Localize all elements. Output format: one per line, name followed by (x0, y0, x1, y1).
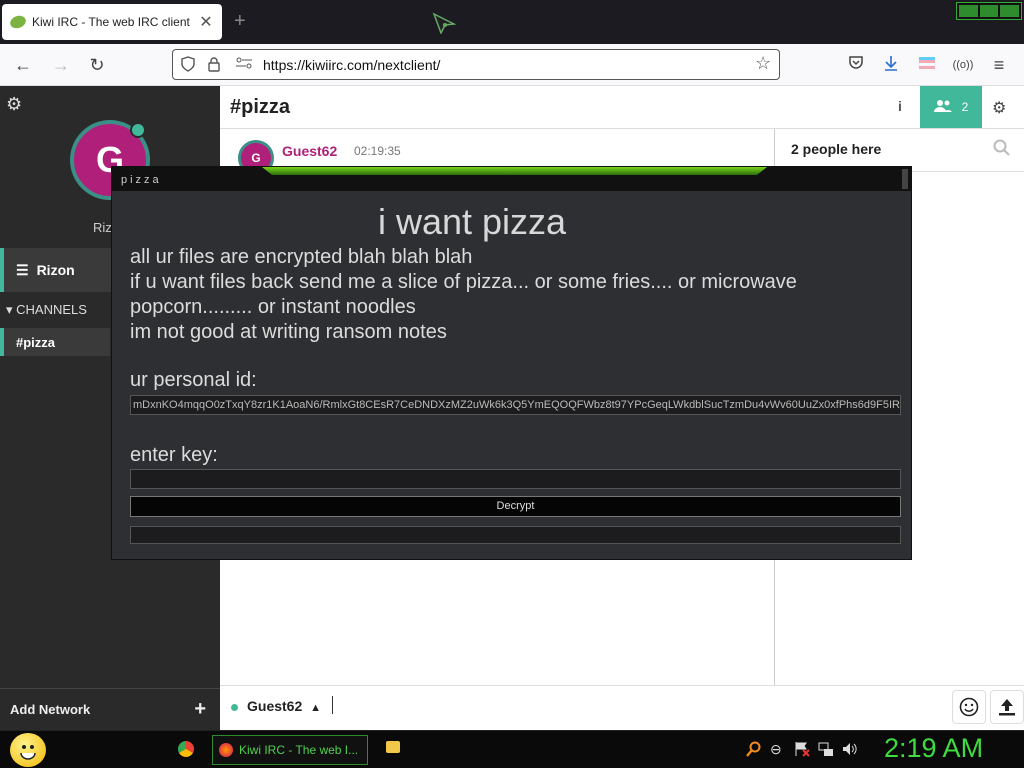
ransom-window-title: pizza (121, 174, 162, 186)
ransom-window: pizza i want pizza all ur files are encr… (111, 166, 912, 560)
personal-id-field[interactable]: mDxnKO4mqqO0zTxqY8zr1K1AoaN6/RmlxGt8CEsR… (130, 395, 901, 415)
forward-arrow-icon[interactable]: → (50, 54, 72, 76)
titlebar-glow (262, 167, 767, 175)
new-tab-button[interactable]: + (234, 10, 246, 33)
ransom-titlebar[interactable]: pizza (112, 167, 911, 191)
pocket-icon[interactable] (845, 54, 867, 76)
back-arrow-icon[interactable]: ← (12, 54, 34, 76)
channel-title: #pizza (230, 96, 291, 118)
users-icon (933, 99, 952, 116)
caret-down-icon: ▾ (6, 302, 13, 317)
message-input-bar: Guest62 ▲ (220, 685, 1024, 730)
window-controls[interactable] (956, 2, 1022, 20)
url-bar[interactable]: https://kiwiirc.com/nextclient/ ☆ (172, 49, 780, 80)
input-nick-selector[interactable]: Guest62 ▲ (247, 698, 321, 714)
channels-header-label: CHANNELS (16, 302, 87, 317)
taskbar-item-label: Kiwi IRC - The web I... (239, 743, 359, 757)
decrypt-button[interactable]: Decrypt (130, 496, 901, 517)
ransom-heading: i want pizza (377, 201, 567, 242)
firefox-icon (219, 743, 233, 757)
network-label: Rizon (36, 262, 75, 278)
start-smiley-icon[interactable] (10, 733, 46, 767)
taskbar-clock: 2:19 AM (884, 733, 984, 763)
extension-icon[interactable]: ((o)) (952, 54, 974, 76)
taskbar: Kiwi IRC - The web I... ⊖ 2:19 AM (0, 730, 1024, 768)
settings-gear-icon[interactable]: ⚙ (6, 94, 22, 115)
bookmark-star-icon[interactable]: ☆ (755, 53, 771, 74)
user-nickname: Riz (93, 220, 112, 235)
key-input[interactable] (130, 469, 901, 489)
reload-icon[interactable]: ↻ (86, 54, 108, 76)
folder-icon[interactable] (386, 741, 400, 753)
taskbar-item-kiwi[interactable]: Kiwi IRC - The web I... (212, 735, 368, 765)
info-icon[interactable]: i (898, 98, 902, 114)
emoji-button[interactable] (952, 690, 986, 724)
ransom-line: if u want files back send me a slice of … (130, 271, 797, 318)
caret-up-icon: ▲ (310, 702, 322, 714)
volume-icon[interactable] (842, 741, 858, 760)
people-count-label: 2 people here (791, 141, 882, 157)
message-time: 02:19:35 (354, 144, 401, 158)
message-input[interactable] (332, 696, 333, 714)
cursor-icon (432, 12, 458, 35)
status-dot (130, 122, 146, 138)
online-status-dot (231, 704, 238, 711)
permissions-icon[interactable] (235, 56, 253, 73)
personal-id-label: ur personal id: (130, 369, 257, 391)
input-nick-label: Guest62 (247, 698, 303, 714)
status-field (130, 526, 901, 544)
tab-title: Kiwi IRC - The web IRC client (32, 15, 190, 29)
browser-tab-strip: Kiwi IRC - The web IRC client ✕ + (0, 0, 1024, 44)
channel-item-pizza[interactable]: #pizza (0, 328, 110, 356)
flag-alert-icon[interactable] (794, 741, 810, 760)
kiwi-favicon-icon (8, 13, 28, 31)
plus-icon: + (194, 698, 206, 720)
browser-tab[interactable]: Kiwi IRC - The web IRC client ✕ (2, 4, 222, 40)
channel-label: #pizza (16, 334, 56, 350)
search-icon[interactable] (993, 139, 1011, 162)
add-network-label: Add Network (10, 702, 91, 717)
add-network-button[interactable]: Add Network + (0, 688, 220, 730)
extension-flag-icon[interactable] (916, 54, 938, 76)
upload-button[interactable] (990, 690, 1024, 724)
download-icon[interactable] (880, 54, 902, 76)
message-nick[interactable]: Guest62 (282, 143, 337, 159)
ransom-line: im not good at writing ransom notes (130, 321, 447, 343)
ransom-note: all ur files are encrypted blah blah bla… (130, 245, 890, 345)
navigation-bar: ← → ↻ https://kiwiirc.com/nextclient/ ☆ … (0, 44, 1024, 86)
channel-settings-cog-icon[interactable]: ⚙ (992, 98, 1006, 118)
lock-icon[interactable] (207, 56, 221, 75)
network-icon[interactable] (818, 741, 834, 760)
key-label: enter key: (130, 444, 218, 466)
minus-circle-icon[interactable]: ⊖ (770, 741, 782, 758)
user-count: 2 (961, 100, 969, 114)
menu-hamburger-icon[interactable]: ≡ (988, 54, 1010, 76)
tab-close-icon[interactable]: ✕ (198, 12, 214, 32)
ransom-line: all ur files are encrypted blah blah bla… (130, 246, 473, 268)
chrome-icon[interactable] (178, 741, 194, 757)
window-corner (902, 169, 908, 189)
search-icon[interactable] (746, 741, 762, 760)
server-list-icon: ☰ (16, 261, 29, 278)
shield-icon[interactable] (181, 56, 195, 75)
user-list-toggle-button[interactable]: 2 (920, 86, 982, 128)
url-text[interactable]: https://kiwiirc.com/nextclient/ (263, 57, 440, 73)
